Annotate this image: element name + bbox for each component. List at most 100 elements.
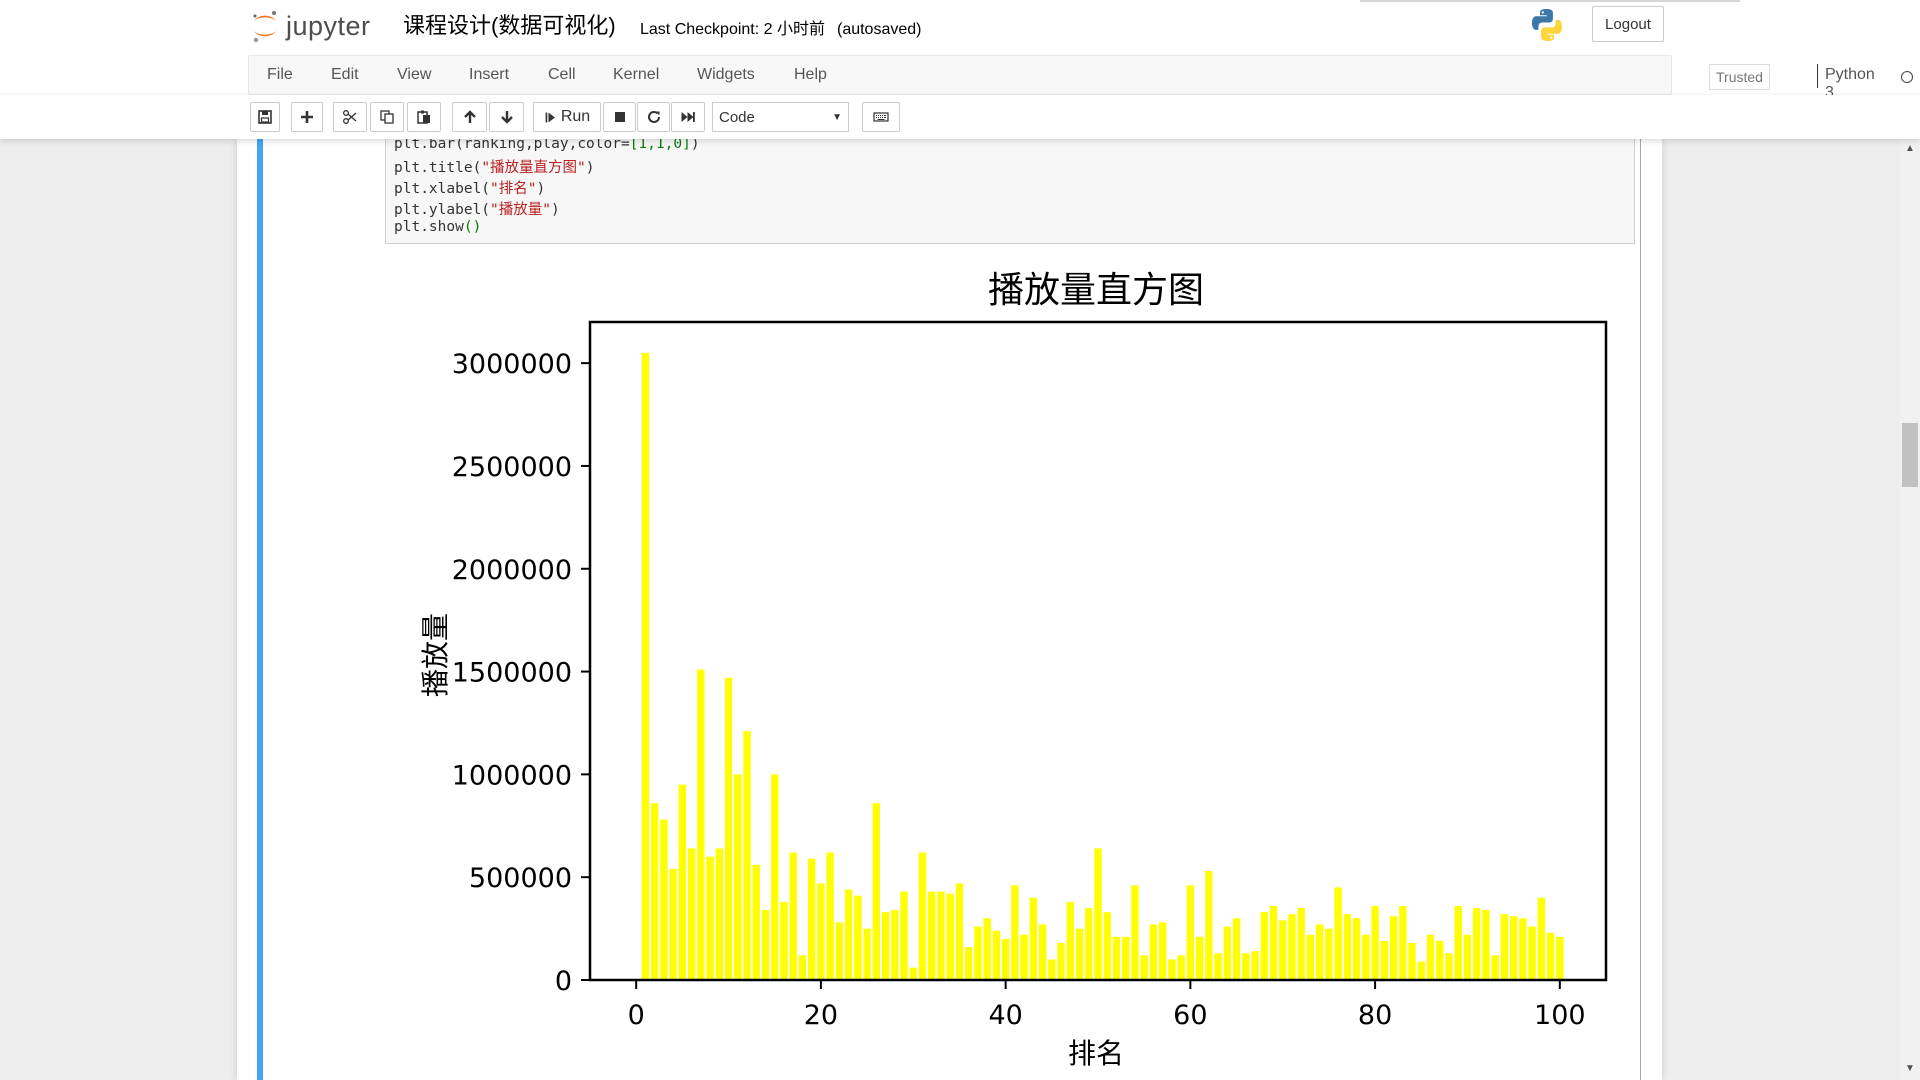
menu-file[interactable]: File [267, 66, 293, 84]
bar-35 [955, 883, 964, 980]
bar-92 [1482, 910, 1490, 980]
scrollbar-thumb[interactable] [1902, 423, 1918, 487]
restart-run-all-button[interactable] [671, 102, 705, 132]
menu-kernel[interactable]: Kernel [613, 66, 659, 84]
scroll-up-arrow-icon[interactable]: ▲ [1905, 143, 1915, 154]
bar-26 [872, 803, 881, 980]
chart-title: 播放量直方图 [988, 270, 1204, 311]
autosave-status: (autosaved) [836, 21, 922, 38]
save-icon [258, 110, 272, 124]
bar-40 [1001, 938, 1010, 980]
bar-29 [900, 891, 908, 980]
bar-42 [1020, 934, 1028, 980]
bar-11 [734, 774, 742, 980]
bar-36 [964, 947, 973, 980]
bar-10 [724, 677, 733, 980]
menu-edit[interactable]: Edit [331, 66, 359, 84]
bar-43 [1029, 897, 1038, 980]
bar-98 [1537, 897, 1546, 980]
bar-91 [1472, 908, 1481, 980]
bar-19 [807, 858, 816, 980]
move-down-button[interactable] [489, 102, 524, 132]
bar-5 [678, 784, 687, 980]
bar-18 [798, 955, 807, 980]
arrow-up-icon [463, 110, 476, 123]
bar-85 [1417, 961, 1425, 980]
menu-widgets[interactable]: Widgets [697, 66, 755, 84]
bar-20 [817, 883, 825, 980]
bar-100 [1556, 936, 1564, 980]
menu-help[interactable]: Help [794, 66, 827, 84]
y-tick-label: 2000000 [452, 555, 572, 586]
bar-34 [946, 893, 954, 980]
copy-icon [380, 110, 394, 124]
bar-80 [1371, 905, 1379, 980]
notebook-title[interactable]: 课程设计(数据可视化) [403, 8, 616, 40]
y-tick-label: 500000 [469, 863, 572, 894]
bar-8 [706, 856, 714, 980]
notebook-header: jupyter 课程设计(数据可视化) Last Checkpoint: 2 小… [0, 0, 1920, 55]
bar-99 [1546, 932, 1555, 980]
code-string: "播放量直方图" [481, 160, 586, 176]
bar-82 [1389, 916, 1398, 980]
cut-button[interactable] [333, 102, 367, 132]
y-tick-label: 2500000 [452, 452, 572, 483]
y-tick-label: 0 [555, 966, 572, 997]
checkpoint-text: Last Checkpoint: 2 小时前 [640, 21, 825, 38]
save-button[interactable] [250, 102, 280, 132]
menu-cell[interactable]: Cell [548, 66, 576, 84]
bar-72 [1297, 908, 1305, 980]
x-tick-label: 20 [804, 1000, 838, 1031]
menu-insert[interactable]: Insert [469, 66, 509, 84]
code-editor[interactable]: plt.bar(ranking,play,color=[1,1,0]) plt.… [385, 136, 1635, 244]
menubar: File Edit View Insert Cell Kernel Widget… [248, 55, 1913, 101]
x-tick-label: 100 [1534, 1000, 1586, 1031]
bar-62 [1205, 871, 1213, 980]
stop-icon [614, 112, 625, 122]
kernel-idle-indicator-icon [1901, 71, 1913, 83]
bar-chart: 播放量直方图 0 500000 1000000 1500000 2000000 25000… [419, 270, 1608, 1070]
bar-3 [660, 819, 668, 980]
jupyter-logo[interactable]: jupyter [250, 4, 371, 48]
bar-88 [1445, 953, 1453, 980]
code-string: "播放量" [490, 202, 551, 218]
bar-65 [1232, 918, 1241, 980]
insert-cell-button[interactable] [291, 102, 323, 132]
restart-kernel-button[interactable] [637, 102, 670, 132]
bar-38 [983, 918, 991, 980]
copy-button[interactable] [370, 102, 404, 132]
paste-button[interactable] [407, 102, 441, 132]
cell-type-select[interactable]: Code ▼ [712, 102, 849, 132]
code-line-4: plt.ylabel("播放量") [394, 202, 560, 218]
bar-2 [650, 803, 659, 980]
kernel-separator [1817, 64, 1818, 88]
bar-1 [641, 352, 650, 980]
fast-forward-icon [681, 112, 695, 122]
bar-47 [1066, 901, 1074, 980]
bar-66 [1242, 953, 1250, 980]
page-scrollbar[interactable] [1900, 139, 1920, 1080]
bar-73 [1306, 934, 1315, 980]
jupyter-logo-text: jupyter [286, 10, 371, 41]
trusted-badge[interactable]: Trusted [1709, 64, 1770, 90]
bar-16 [780, 901, 788, 980]
run-button[interactable]: Run [533, 102, 601, 132]
bar-54 [1131, 885, 1139, 980]
run-button-label: Run [560, 108, 591, 125]
arrow-down-icon [500, 111, 513, 124]
interrupt-kernel-button[interactable] [603, 102, 636, 132]
bar-30 [909, 967, 917, 980]
bar-23 [844, 889, 853, 980]
bar-97 [1528, 926, 1536, 980]
bar-56 [1149, 924, 1158, 980]
menu-view[interactable]: View [397, 66, 431, 84]
bar-94 [1500, 914, 1509, 980]
bar-67 [1251, 951, 1259, 980]
code-line-2: plt.title("播放量直方图") [394, 160, 595, 176]
command-palette-button[interactable] [862, 102, 900, 132]
move-up-button[interactable] [452, 102, 487, 132]
logout-button[interactable]: Logout [1592, 6, 1664, 42]
scroll-down-arrow-icon[interactable]: ▼ [1905, 1063, 1915, 1074]
x-axis: 0 20 40 60 80 100 [628, 980, 1586, 1031]
code-line-5: plt.show() [394, 219, 482, 235]
